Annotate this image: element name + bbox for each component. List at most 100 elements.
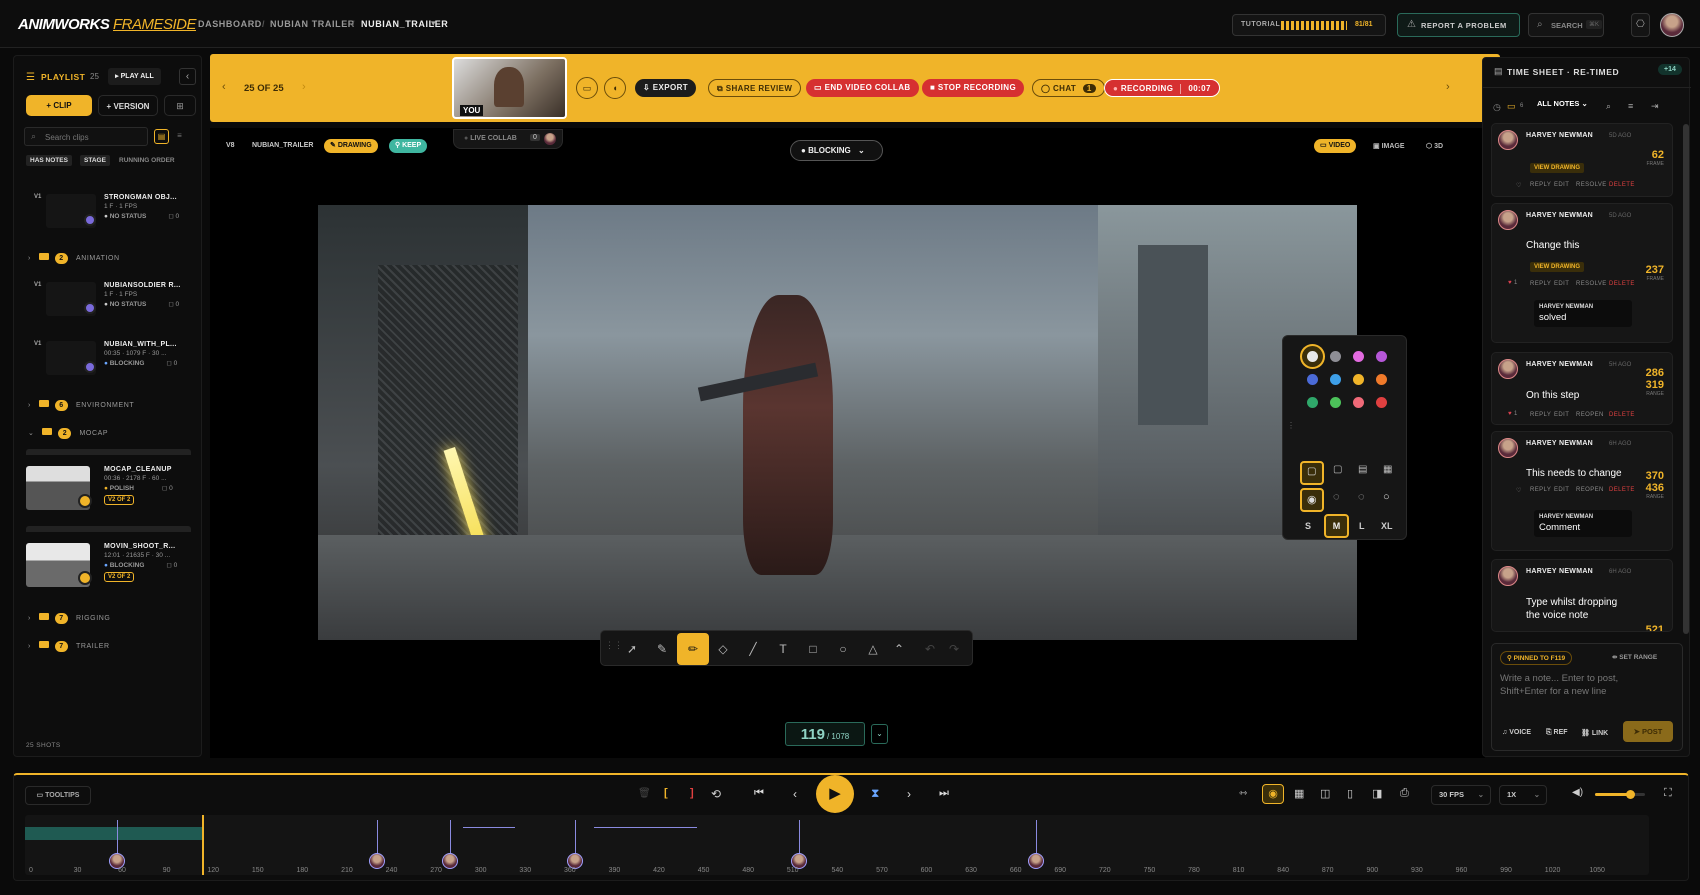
- export-button[interactable]: ⇩ EXPORT: [635, 79, 697, 97]
- prev-clip-icon[interactable]: ‹: [222, 81, 226, 93]
- fps-dropdown[interactable]: 30 FPS ⌄: [1431, 785, 1491, 805]
- clip-item[interactable]: V1 STRONGMAN OBJ... 1 F · 1 FPS ● NO STA…: [24, 194, 199, 234]
- notes-filter-dropdown[interactable]: ALL NOTES ⌄: [1537, 99, 1588, 108]
- compare-icon[interactable]: ⇿: [1239, 788, 1247, 799]
- next-icon[interactable]: ›: [1446, 81, 1450, 93]
- marker-tool-icon[interactable]: ✏: [677, 633, 709, 665]
- triangle-tool-icon[interactable]: △: [862, 638, 884, 660]
- group-animation[interactable]: › 2 ANIMATION: [28, 253, 120, 264]
- timeline-track[interactable]: [25, 815, 1649, 875]
- reopen-button[interactable]: REOPEN: [1576, 487, 1604, 493]
- report-problem-button[interactable]: ⚠ REPORT A PROBLEM: [1397, 13, 1520, 37]
- eraser-tool-icon[interactable]: ◇: [712, 638, 734, 660]
- frame-counter[interactable]: 119/ 1078: [785, 722, 865, 746]
- link-button[interactable]: ⛓ LINK: [1581, 729, 1608, 737]
- set-range-button[interactable]: ⇹ SET RANGE: [1612, 653, 1657, 661]
- grid-icon[interactable]: ▦: [1294, 787, 1304, 800]
- sort-icon[interactable]: ≡: [1628, 101, 1633, 111]
- microphone-icon[interactable]: ◖: [604, 77, 626, 99]
- mode-3d[interactable]: ⬡ 3D: [1426, 142, 1443, 150]
- select-tool-icon[interactable]: ➚: [621, 638, 643, 660]
- color-swatch[interactable]: [1376, 374, 1387, 385]
- color-swatch[interactable]: [1376, 351, 1387, 362]
- color-swatch[interactable]: [1330, 374, 1341, 385]
- grid-view-icon[interactable]: ▤: [154, 129, 169, 144]
- reply-button[interactable]: REPLY: [1530, 182, 1551, 188]
- size-m[interactable]: M: [1324, 514, 1349, 538]
- frame-range[interactable]: 370 436 RANGE: [1646, 470, 1664, 500]
- view-drawing-button[interactable]: VIEW DRAWING: [1530, 163, 1584, 173]
- add-version-button[interactable]: + VERSION: [98, 95, 158, 116]
- brush-style-2[interactable]: ▢: [1333, 464, 1342, 475]
- note-marker-avatar[interactable]: [369, 853, 386, 869]
- clock-icon[interactable]: ◷: [1493, 102, 1501, 113]
- share-review-button[interactable]: ⧉ SHARE REVIEW: [708, 79, 802, 97]
- size-l[interactable]: L: [1359, 521, 1365, 531]
- pencil-tool-icon[interactable]: ╱: [742, 638, 764, 660]
- edit-button[interactable]: EDIT: [1554, 412, 1569, 418]
- hourglass-icon[interactable]: ⧗: [871, 786, 879, 801]
- stroke-style-3[interactable]: ◌: [1358, 491, 1365, 503]
- stop-recording-button[interactable]: ■ STOP RECORDING: [922, 79, 1025, 97]
- collapse-icon[interactable]: ⇥: [1651, 101, 1659, 112]
- step-back-icon[interactable]: ‹: [793, 787, 797, 801]
- reply-button[interactable]: REPLY: [1530, 487, 1551, 493]
- arrow-up-tool-icon[interactable]: ⌃: [888, 638, 910, 660]
- post-button[interactable]: ➤ POST: [1623, 721, 1673, 742]
- color-swatch[interactable]: [1330, 351, 1341, 362]
- app-logo[interactable]: ANIMWORKS FRAMESIDE: [18, 16, 197, 33]
- reopen-button[interactable]: REOPEN: [1576, 412, 1604, 418]
- mode-image[interactable]: ▣ IMAGE: [1373, 142, 1405, 150]
- edit-button[interactable]: EDIT: [1554, 281, 1569, 287]
- ref-button[interactable]: ⎘ REF: [1546, 729, 1568, 737]
- edit-button[interactable]: EDIT: [1554, 487, 1569, 493]
- comment-card[interactable]: HARVEY NEWMAN 5D AGO Change this VIEW DR…: [1491, 203, 1673, 343]
- drag-handle-icon[interactable]: ⋮: [1287, 421, 1295, 430]
- mark-in-icon[interactable]: [: [664, 787, 668, 799]
- text-tool-icon[interactable]: T: [772, 638, 794, 660]
- delete-button[interactable]: DELETE: [1609, 281, 1635, 287]
- clip-item[interactable]: V1 NUBIANSOLDIER R... 1 F · 1 FPS ● NO S…: [24, 282, 199, 322]
- camera-icon[interactable]: ⎙: [1400, 787, 1409, 800]
- color-swatch[interactable]: [1353, 374, 1364, 385]
- play-button[interactable]: ▶: [816, 775, 854, 813]
- tooltips-toggle[interactable]: ▭ TOOLTIPS: [25, 786, 91, 805]
- reply-button[interactable]: REPLY: [1530, 281, 1551, 287]
- speed-dropdown[interactable]: 1X ⌄: [1499, 785, 1547, 805]
- stroke-style-2[interactable]: ◌: [1333, 491, 1340, 503]
- color-swatch[interactable]: [1353, 397, 1364, 408]
- frame-number[interactable]: 62 FRAME: [1647, 149, 1665, 167]
- notifications-button[interactable]: ⎔: [1631, 13, 1650, 37]
- search-button[interactable]: ⌕ SEARCH ⌘K: [1528, 13, 1604, 37]
- group-mocap[interactable]: ⌄ 2 MOCAP: [28, 428, 108, 439]
- redo-icon[interactable]: ↷: [943, 638, 965, 660]
- pen-tool-icon[interactable]: ✎: [651, 638, 673, 660]
- clip-item[interactable]: MOCAP_CLEANUP 00:36 · 2178 F · 60 ... ● …: [24, 466, 199, 514]
- rectangle-tool-icon[interactable]: □: [802, 638, 824, 660]
- clip-item[interactable]: MOVIN_SHOOT_R... 12:01 · 21635 F · 30 ..…: [24, 543, 199, 591]
- color-swatch[interactable]: [1307, 397, 1318, 408]
- pinned-frame-chip[interactable]: ⚲ PINNED TO F119: [1500, 651, 1573, 665]
- search-clips-input[interactable]: ⌕ Search clips: [24, 127, 148, 146]
- resolve-button[interactable]: RESOLVE: [1576, 182, 1607, 188]
- tutorial-progress[interactable]: TUTORIAL 81/81: [1232, 14, 1386, 36]
- webcam-preview[interactable]: YOU: [452, 57, 567, 119]
- note-marker-avatar[interactable]: [1027, 853, 1044, 869]
- resolve-button[interactable]: RESOLVE: [1576, 281, 1607, 287]
- chat-button[interactable]: ◯ CHAT 1: [1032, 79, 1105, 97]
- keep-toggle[interactable]: ⚲ KEEP: [389, 139, 428, 153]
- voice-button[interactable]: ♫ VOICE: [1502, 729, 1531, 736]
- size-xl[interactable]: XL: [1381, 521, 1393, 531]
- user-avatar[interactable]: [1660, 13, 1684, 37]
- end-video-collab-button[interactable]: ▭ END VIDEO COLLAB: [806, 79, 919, 97]
- size-s[interactable]: S: [1305, 521, 1311, 531]
- loop-icon[interactable]: ⟲: [711, 787, 721, 801]
- scrollbar[interactable]: [1683, 124, 1689, 634]
- circle-tool-icon[interactable]: ○: [832, 638, 854, 660]
- group-trailer[interactable]: › 7 TRAILER: [28, 641, 110, 652]
- filter-stage[interactable]: STAGE: [80, 155, 110, 166]
- stroke-style-1[interactable]: ◉: [1300, 488, 1324, 512]
- live-collab-indicator[interactable]: ● LIVE COLLAB 0: [453, 129, 563, 149]
- filter-running-order[interactable]: RUNNING ORDER: [119, 157, 175, 164]
- chevron-down-icon[interactable]: ⌄: [871, 724, 888, 744]
